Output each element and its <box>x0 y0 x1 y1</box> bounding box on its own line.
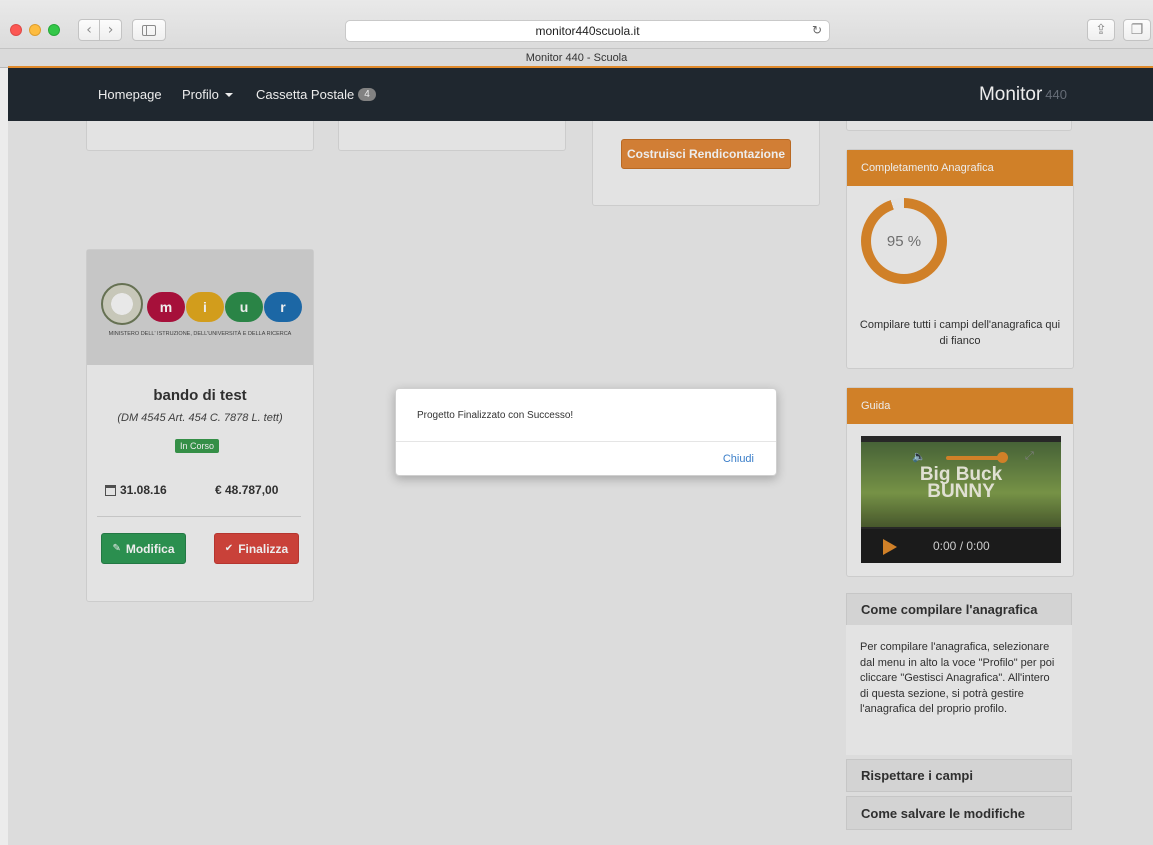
zoom-window-button[interactable] <box>48 24 60 36</box>
tab-title[interactable]: Monitor 440 - Scuola <box>0 48 1153 67</box>
modal-message: Progetto Finalizzato con Successo! <box>417 410 574 421</box>
success-modal: Progetto Finalizzato con Successo! Chiud… <box>395 388 777 476</box>
window-controls <box>10 24 60 36</box>
back-button[interactable]: ‹ <box>78 19 100 41</box>
share-button[interactable]: ⇪ <box>1087 19 1115 41</box>
share-icon: ⇪ <box>1095 22 1107 38</box>
forward-button[interactable]: › <box>100 19 122 41</box>
tabs-icon: ❐ <box>1130 22 1144 38</box>
chevron-left-icon: ‹ <box>86 22 92 38</box>
modal-divider <box>396 441 776 442</box>
chiudi-button[interactable]: Chiudi <box>723 453 754 465</box>
sidebar-toggle-button[interactable] <box>132 19 166 41</box>
close-window-button[interactable] <box>10 24 22 36</box>
minimize-window-button[interactable] <box>29 24 41 36</box>
reload-icon[interactable]: ↻ <box>812 23 822 37</box>
address-bar[interactable]: monitor440scuola.it ↻ <box>345 20 830 42</box>
tab-overview-button[interactable]: ❐ <box>1123 19 1151 41</box>
chevron-right-icon: › <box>107 22 114 38</box>
history-buttons: ‹ › <box>78 19 122 41</box>
sidebar-icon <box>142 24 156 36</box>
url-text: monitor440scuola.it <box>535 24 640 38</box>
browser-toolbar: ‹ › monitor440scuola.it ↻ ⇪ ❐ Monitor 44… <box>0 0 1153 68</box>
